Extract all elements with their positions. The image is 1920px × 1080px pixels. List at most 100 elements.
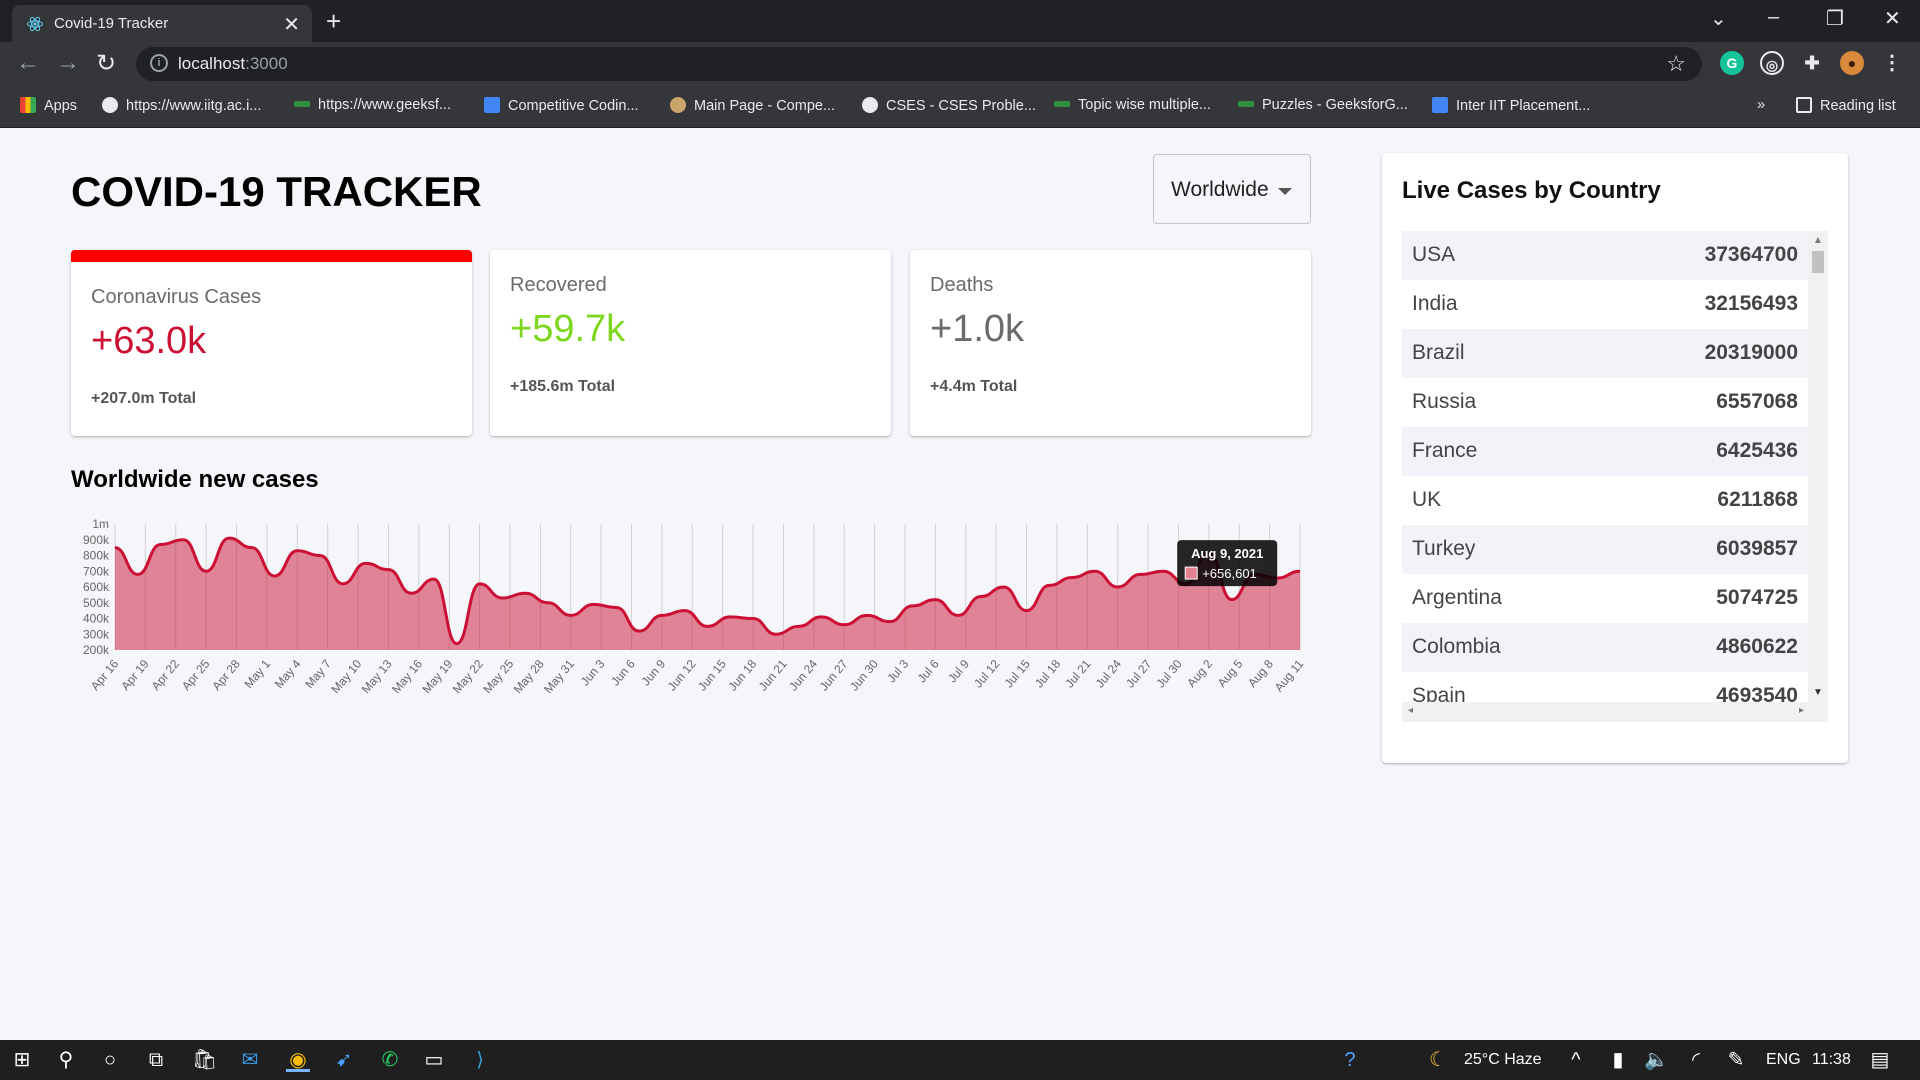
tab-close-icon[interactable]: ✕ xyxy=(283,12,300,37)
x-tick-label: Jul 21 xyxy=(1062,657,1094,691)
weather-text[interactable]: 25°C Haze xyxy=(1464,1051,1542,1069)
restore-icon[interactable]: ❐ xyxy=(1826,6,1844,31)
country-row[interactable]: Spain 4693540 xyxy=(1402,672,1808,702)
country-row[interactable]: UK 6211868 xyxy=(1402,476,1808,525)
grammarly-icon[interactable]: G xyxy=(1720,51,1744,75)
recovered-card-value: +59.7k xyxy=(510,308,626,350)
x-tick-label: May 4 xyxy=(272,657,304,691)
x-tick-label: Jun 9 xyxy=(639,657,669,689)
site-info-icon[interactable]: i xyxy=(150,54,168,72)
country-select[interactable]: Worldwide xyxy=(1153,154,1311,224)
country-row[interactable]: Colombia 4860622 xyxy=(1402,623,1808,672)
country-cases: 4860622 xyxy=(1716,635,1798,658)
notifications-icon[interactable]: ▤ xyxy=(1868,1048,1892,1072)
new-tab-icon[interactable]: + xyxy=(326,6,341,37)
scrollbar-thumb[interactable] xyxy=(1812,251,1824,273)
cases-card[interactable]: Coronavirus Cases +63.0k +207.0m Total xyxy=(71,250,472,436)
country-row[interactable]: France 6425436 xyxy=(1402,427,1808,476)
pen-icon[interactable]: ✎ xyxy=(1724,1048,1748,1072)
deaths-card[interactable]: Deaths +1.0k +4.4m Total xyxy=(910,250,1311,436)
minimize-icon[interactable]: – xyxy=(1768,6,1779,29)
country-row[interactable]: Brazil 20319000 xyxy=(1402,329,1808,378)
x-tick-label: Apr 16 xyxy=(88,657,122,693)
scroll-right-icon[interactable]: ▸ xyxy=(1799,705,1804,716)
country-name: Colombia xyxy=(1412,635,1501,658)
country-name: UK xyxy=(1412,488,1442,511)
windows-start-icon[interactable]: ⊞ xyxy=(10,1048,34,1072)
y-tick-label: 700k xyxy=(83,564,110,578)
new-cases-chart[interactable]: Apr 16Apr 19Apr 22Apr 25Apr 28May 1May 4… xyxy=(60,512,1322,842)
country-row[interactable]: Turkey 6039857 xyxy=(1402,525,1808,574)
bookmarks-overflow[interactable]: » xyxy=(1757,97,1765,113)
country-table[interactable]: USA 37364700 India 32156493 Brazil 20319000 Ru… xyxy=(1402,231,1828,702)
bookmark-competitive-coding[interactable]: Competitive Codin... xyxy=(484,97,639,114)
search-icon[interactable]: ⚲ xyxy=(54,1048,78,1072)
app-arrow-icon[interactable]: ➹ xyxy=(332,1048,356,1072)
bookmark-inter-iit[interactable]: Inter IIT Placement... xyxy=(1432,97,1590,114)
table-vertical-scrollbar[interactable]: ▲ ▼ xyxy=(1808,231,1828,702)
whatsapp-icon[interactable]: ✆ xyxy=(378,1048,402,1072)
x-tick-label: Jun 6 xyxy=(608,657,638,689)
wifi-icon[interactable]: ◜ xyxy=(1684,1048,1708,1072)
scroll-down-icon[interactable]: ▼ xyxy=(1813,687,1823,698)
extensions-puzzle-icon[interactable]: ✚ xyxy=(1800,51,1824,75)
bookmark-main-page[interactable]: Main Page - Compe... xyxy=(670,97,835,114)
y-tick-label: 1m xyxy=(92,517,109,531)
geeksforgeeks-icon xyxy=(1054,101,1070,107)
extension-target-icon[interactable]: ◎ xyxy=(1760,51,1784,75)
cases-card-total: +207.0m Total xyxy=(91,390,197,407)
bookmark-star-icon[interactable]: ☆ xyxy=(1666,51,1686,77)
browser-tab[interactable]: Covid-19 Tracker ✕ xyxy=(12,5,312,42)
terminal-icon[interactable]: ▭ xyxy=(422,1048,446,1072)
language-indicator[interactable]: ENG xyxy=(1766,1051,1801,1069)
store-icon[interactable]: 🛍 xyxy=(192,1048,217,1072)
x-tick-label: Aug 5 xyxy=(1215,657,1246,690)
chrome-icon[interactable]: ◉ xyxy=(286,1048,310,1072)
mail-icon[interactable]: ✉ xyxy=(238,1048,262,1072)
country-cases: 37364700 xyxy=(1704,243,1798,266)
table-horizontal-scrollbar[interactable]: ◂ ▸ xyxy=(1402,702,1828,722)
bookmark-puzzles[interactable]: Puzzles - GeeksforG... xyxy=(1238,97,1408,113)
country-row[interactable]: Russia 6557068 xyxy=(1402,378,1808,427)
reading-list[interactable]: Reading list xyxy=(1796,97,1896,114)
bookmark-iitg[interactable]: https://www.iitg.ac.i... xyxy=(102,97,261,114)
y-tick-label: 500k xyxy=(83,596,110,610)
country-name: Spain xyxy=(1412,684,1466,702)
back-icon[interactable]: ← xyxy=(16,49,40,77)
country-row[interactable]: USA 37364700 xyxy=(1402,231,1808,280)
bookmark-topic-wise[interactable]: Topic wise multiple... xyxy=(1054,97,1211,113)
x-tick-label: Jun 3 xyxy=(578,657,608,689)
help-icon[interactable]: ? xyxy=(1338,1048,1362,1072)
browser-menu-icon[interactable]: ⋮ xyxy=(1880,51,1904,75)
x-tick-label: Jun 24 xyxy=(786,657,820,694)
profile-avatar[interactable]: ● xyxy=(1840,51,1864,75)
vscode-icon[interactable]: ⟩ xyxy=(468,1048,492,1072)
country-name: France xyxy=(1412,439,1478,462)
profile-menu-icon[interactable]: ⌄ xyxy=(1710,6,1727,31)
country-row[interactable]: India 32156493 xyxy=(1402,280,1808,329)
scroll-left-icon[interactable]: ◂ xyxy=(1408,705,1413,716)
x-tick-label: Jul 24 xyxy=(1093,657,1125,691)
window-close-icon[interactable]: ✕ xyxy=(1884,6,1901,31)
reload-icon[interactable]: ↻ xyxy=(96,49,116,78)
scroll-up-icon[interactable]: ▲ xyxy=(1813,235,1823,246)
volume-icon[interactable]: 🔈 xyxy=(1644,1048,1669,1072)
bookmark-apps[interactable]: Apps xyxy=(20,97,77,114)
bookmark-geeksforgeeks[interactable]: https://www.geeksf... xyxy=(294,97,451,113)
x-tick-label: May 31 xyxy=(541,657,577,696)
clock-time[interactable]: 11:38 xyxy=(1812,1051,1851,1069)
tray-chevron-icon[interactable]: ^ xyxy=(1564,1048,1588,1072)
address-bar[interactable]: i localhost:3000 ☆ xyxy=(136,47,1702,81)
react-icon xyxy=(27,16,43,32)
task-view-icon[interactable]: ⧉ xyxy=(144,1048,168,1072)
cortana-icon[interactable]: ○ xyxy=(98,1048,122,1072)
bookmark-cses[interactable]: CSES - CSES Proble... xyxy=(862,97,1036,114)
x-tick-label: Jul 3 xyxy=(884,657,911,686)
forward-icon[interactable]: → xyxy=(56,49,80,77)
x-tick-label: May 10 xyxy=(328,657,364,696)
country-row[interactable]: Argentina 5074725 xyxy=(1402,574,1808,623)
cases-card-value: +63.0k xyxy=(91,320,207,362)
battery-icon[interactable]: ▮ xyxy=(1606,1048,1630,1072)
recovered-card[interactable]: Recovered +59.7k +185.6m Total xyxy=(490,250,891,436)
y-tick-label: 400k xyxy=(83,612,110,626)
